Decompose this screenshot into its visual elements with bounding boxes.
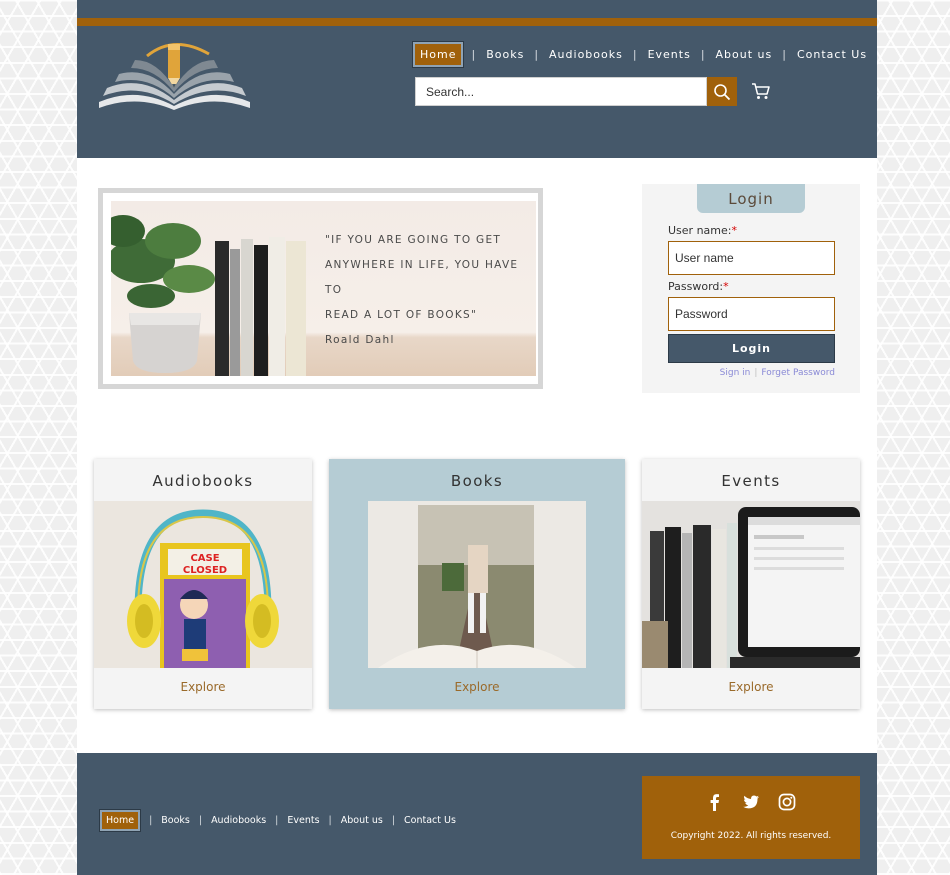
nav-separator: | [149,814,153,826]
username-input[interactable] [668,241,835,275]
quote-author: Roald Dahl [325,334,395,346]
nav-events[interactable]: Events [646,48,693,61]
nav-contact-us[interactable]: Contact Us [795,48,869,61]
footer-nav-books[interactable]: Books [161,815,190,826]
login-links: Sign in | Forget Password [720,368,835,378]
quote-line: READ A LOT OF BOOKS" [325,309,478,321]
search-bar [415,77,737,106]
quote-line: ANYWHERE IN LIFE, YOU HAVE TO [325,259,519,296]
social-icons [642,793,860,811]
nav-separator: | [198,814,203,826]
copyright-text: Copyright 2022. All rights reserved. [670,831,832,841]
site-footer: Home | Books | Audiobooks | Events | Abo… [77,753,877,875]
footer-nav-events[interactable]: Events [287,815,319,826]
headphones-book-illustration: CASE CLOSED [94,501,312,668]
nav-audiobooks[interactable]: Audiobooks [547,48,625,61]
required-mark: * [723,280,729,293]
explore-link[interactable]: Explore [642,668,860,709]
social-panel: Copyright 2022. All rights reserved. [642,776,860,859]
password-label: Password:* [668,280,729,293]
audiobooks-card[interactable]: Audiobooks CASE CLOSED Explore [94,459,312,709]
cart-icon[interactable] [751,81,771,101]
novel-cover-illustration [368,501,586,668]
password-input[interactable] [668,297,835,331]
laptop-books-illustration [642,501,860,668]
banner-quote: "IF YOU ARE GOING TO GET ANYWHERE IN LIF… [325,228,536,353]
footer-nav: Home | Books | Audiobooks | Events | Abo… [98,808,456,832]
card-title: Events [721,472,781,490]
books-card[interactable]: Books Explore [329,459,625,709]
login-panel: Login User name:* Password:* Login Sign … [642,184,860,393]
search-button[interactable] [707,77,737,106]
quote-line: "IF YOU ARE GOING TO GET [325,234,502,246]
svg-text:CLOSED: CLOSED [183,565,227,576]
twitter-icon[interactable] [742,793,760,811]
svg-text:CASE: CASE [190,553,219,564]
nav-separator: | [782,47,787,61]
nav-separator: | [700,47,706,61]
card-title: Audiobooks [152,472,254,490]
site-header: Home | Books | Audiobooks | Events | Abo… [77,0,877,158]
events-card[interactable]: Events Explore [642,459,860,709]
nav-separator: | [632,47,638,61]
banner-image: "IF YOU ARE GOING TO GET ANYWHERE IN LIF… [111,201,536,376]
explore-link[interactable]: Explore [329,668,625,709]
footer-nav-home[interactable]: Home [98,808,142,832]
search-input[interactable] [415,77,707,106]
footer-nav-contact-us[interactable]: Contact Us [404,815,456,826]
required-mark: * [731,224,737,237]
nav-separator: | [328,814,332,826]
nav-separator: | [534,47,540,61]
page: Home | Books | Audiobooks | Events | Abo… [77,0,877,875]
nav-books[interactable]: Books [484,48,526,61]
login-button[interactable]: Login [668,334,835,363]
main-nav: Home | Books | Audiobooks | Events | Abo… [411,40,869,68]
footer-nav-about-us[interactable]: About us [341,815,383,826]
quote-banner: "IF YOU ARE GOING TO GET ANYWHERE IN LIF… [98,188,543,389]
nav-separator: | [275,814,279,826]
audiobooks-image: CASE CLOSED [94,501,312,668]
nav-home[interactable]: Home [411,40,465,68]
link-separator: | [754,368,758,378]
explore-link[interactable]: Explore [94,668,312,709]
nav-separator: | [471,47,477,61]
footer-nav-audiobooks[interactable]: Audiobooks [211,815,266,826]
username-label: User name:* [668,224,737,237]
facebook-icon[interactable] [706,793,724,811]
open-book-pencil-logo[interactable] [97,36,252,110]
login-title: Login [697,184,805,213]
sign-in-link[interactable]: Sign in [720,368,751,378]
nav-separator: | [391,814,396,826]
card-title: Books [450,472,504,490]
forgot-password-link[interactable]: Forget Password [761,368,835,378]
banner-plant-books-illustration [111,215,306,376]
header-accent-bar [77,18,877,26]
search-icon [714,83,731,100]
events-image [642,501,860,668]
nav-about-us[interactable]: About us [714,48,775,61]
books-image [368,501,586,668]
instagram-icon[interactable] [778,793,796,811]
